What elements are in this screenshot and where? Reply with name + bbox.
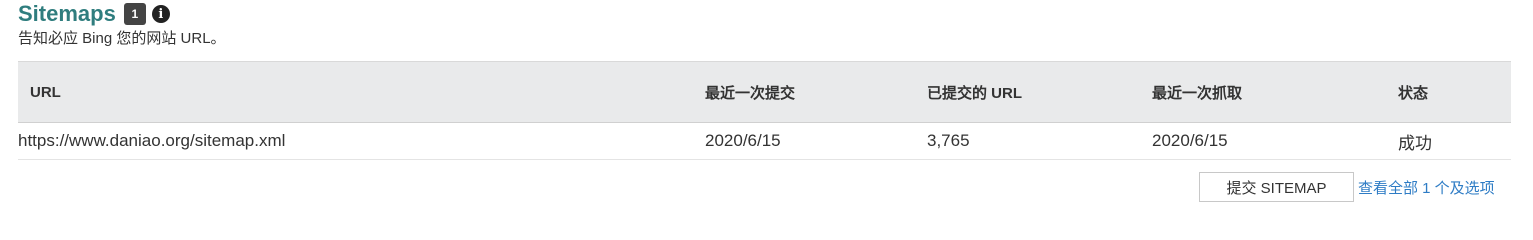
- view-all-link[interactable]: 查看全部 1 个及选项: [1358, 177, 1495, 198]
- section-title: Sitemaps: [18, 1, 116, 26]
- column-header-status[interactable]: 状态: [1398, 62, 1428, 122]
- status-cell: 成功: [1398, 133, 1432, 153]
- last-submitted-cell: 2020/6/15: [705, 131, 781, 150]
- sitemaps-table: URL 最近一次提交 已提交的 URL 最近一次抓取 状态 https://ww…: [18, 61, 1511, 160]
- count-badge: 1: [123, 3, 146, 25]
- submit-sitemap-button[interactable]: 提交 SITEMAP: [1199, 172, 1354, 202]
- sitemap-url-cell[interactable]: https://www.daniao.org/sitemap.xml: [18, 123, 285, 159]
- column-header-url[interactable]: URL: [30, 62, 61, 122]
- table-footer: 提交 SITEMAP 查看全部 1 个及选项: [1199, 172, 1495, 202]
- sitemaps-header: Sitemaps 1 i: [18, 0, 170, 28]
- info-icon[interactable]: i: [151, 5, 170, 23]
- section-subtitle: 告知必应 Bing 您的网站 URL。: [18, 30, 226, 47]
- last-crawled-cell: 2020/6/15: [1152, 131, 1228, 150]
- table-row[interactable]: https://www.daniao.org/sitemap.xml 2020/…: [18, 123, 1511, 160]
- submitted-urls-cell: 3,765: [927, 131, 970, 150]
- sitemaps-section: Sitemaps 1 i 告知必应 Bing 您的网站 URL。 URL 最近一…: [0, 0, 1533, 219]
- column-header-last-crawled[interactable]: 最近一次抓取: [1152, 62, 1242, 122]
- table-header-row: URL 最近一次提交 已提交的 URL 最近一次抓取 状态: [18, 61, 1511, 123]
- column-header-submitted-urls[interactable]: 已提交的 URL: [927, 62, 1022, 122]
- column-header-last-submitted[interactable]: 最近一次提交: [705, 62, 795, 122]
